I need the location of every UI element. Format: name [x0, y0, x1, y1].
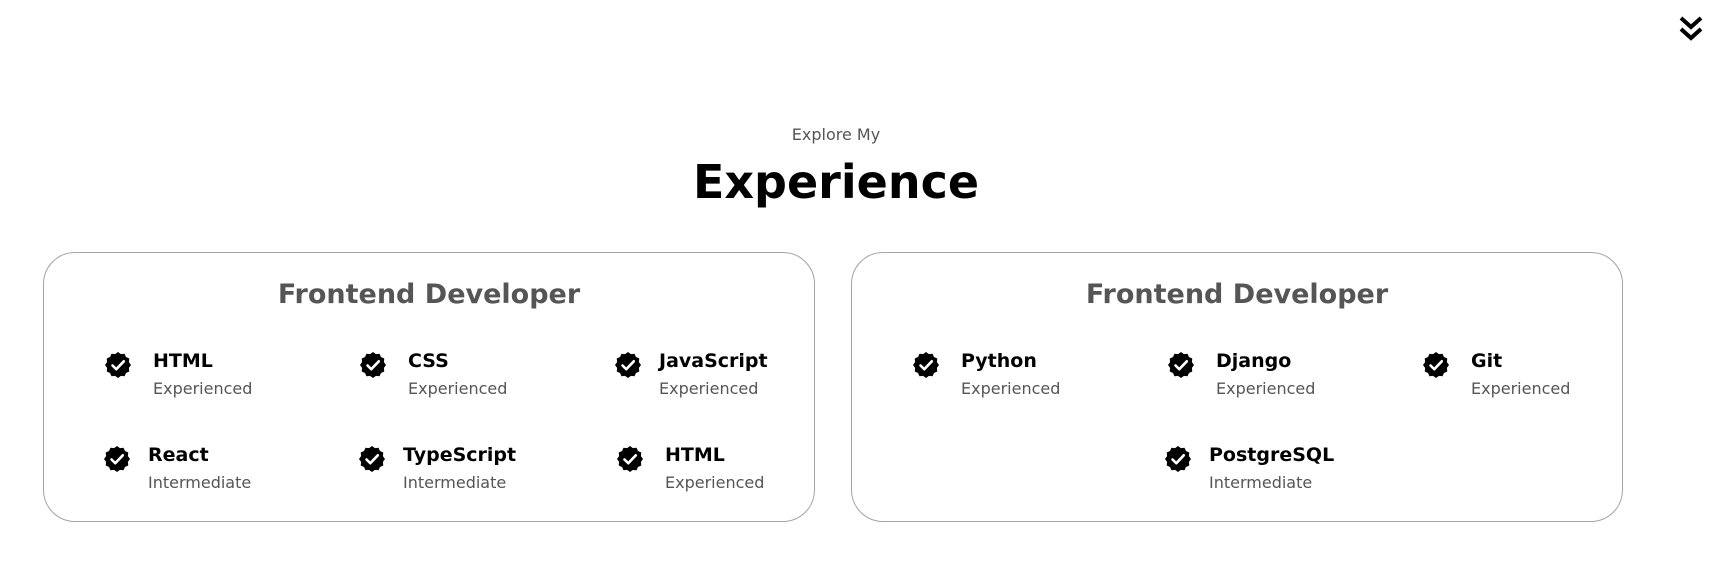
skill-level: Experienced [1471, 379, 1571, 398]
skill-level: Experienced [665, 473, 765, 492]
skill-name: Python [961, 350, 1037, 372]
check-badge-icon [615, 352, 641, 378]
skill-item: CSS Experienced [360, 350, 560, 408]
skill-level: Intermediate [403, 473, 507, 492]
double-chevron-down-icon[interactable] [1676, 14, 1706, 44]
skill-item: HTML Experienced [105, 350, 305, 408]
section-title: Experience [692, 155, 980, 209]
skill-name: Django [1216, 350, 1292, 372]
card-title: Frontend Developer [1085, 279, 1389, 310]
skill-item: Django Experienced [1168, 350, 1368, 408]
skill-name: CSS [408, 350, 449, 372]
skill-item: HTML Experienced [617, 444, 817, 502]
check-badge-icon [104, 446, 130, 472]
skill-item: Python Experienced [913, 350, 1113, 408]
experience-card-frontend: Frontend Developer HTML Experienced CSS … [43, 252, 815, 522]
skill-item: JavaScript Experienced [615, 350, 815, 408]
check-badge-icon [1423, 352, 1449, 378]
skill-level: Experienced [659, 379, 759, 398]
card-title: Frontend Developer [277, 279, 581, 310]
skill-item: TypeScript Intermediate [359, 444, 559, 502]
skill-level: Experienced [961, 379, 1061, 398]
check-badge-icon [359, 446, 385, 472]
skill-name: PostgreSQL [1209, 444, 1335, 466]
skill-level: Experienced [1216, 379, 1316, 398]
check-badge-icon [105, 352, 131, 378]
skill-level: Intermediate [1209, 473, 1313, 492]
experience-card-backend: Frontend Developer Python Experienced Dj… [851, 252, 1623, 522]
skill-name: JavaScript [659, 350, 768, 372]
skill-name: HTML [153, 350, 213, 372]
skill-level: Experienced [408, 379, 508, 398]
skill-item: Git Experienced [1423, 350, 1623, 408]
skill-name: Git [1471, 350, 1503, 372]
check-badge-icon [360, 352, 386, 378]
skill-item: PostgreSQL Intermediate [1165, 444, 1365, 502]
skill-name: React [148, 444, 209, 466]
check-badge-icon [1168, 352, 1194, 378]
section-subtitle: Explore My [791, 125, 881, 144]
skill-name: HTML [665, 444, 725, 466]
check-badge-icon [913, 352, 939, 378]
skill-item: React Intermediate [104, 444, 304, 502]
check-badge-icon [1165, 446, 1191, 472]
skill-level: Experienced [153, 379, 253, 398]
check-badge-icon [617, 446, 643, 472]
skill-name: TypeScript [403, 444, 517, 466]
skill-level: Intermediate [148, 473, 252, 492]
